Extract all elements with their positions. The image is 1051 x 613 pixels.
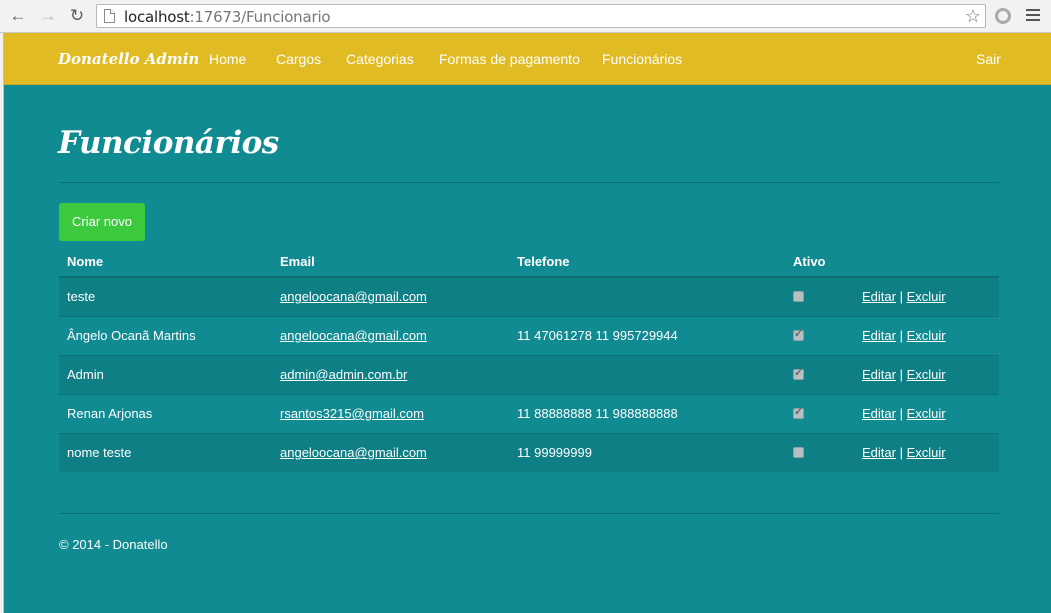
cell-telefone: 11 99999999: [509, 432, 785, 472]
cell-email: rsantos3215@gmail.com: [272, 393, 509, 433]
cell-nome: nome teste: [59, 432, 272, 472]
table-row: Admin admin@admin.com.br Editar | Exclui…: [59, 354, 999, 394]
bookmark-star-icon[interactable]: ☆: [965, 5, 981, 27]
edit-link[interactable]: Editar: [862, 289, 896, 304]
header-nome: Nome: [59, 246, 272, 278]
url-path: :17673/Funcionario: [189, 8, 331, 26]
table-row: Renan Arjonas rsantos3215@gmail.com 11 8…: [59, 393, 999, 433]
action-separator: |: [899, 367, 903, 382]
cell-email: angeloocana@gmail.com: [272, 276, 509, 316]
table-row: nome teste angeloocana@gmail.com 11 9999…: [59, 432, 999, 472]
delete-link[interactable]: Excluir: [907, 328, 946, 343]
table-row: Ângelo Ocanã Martins angeloocana@gmail.c…: [59, 315, 999, 355]
cell-email: admin@admin.com.br: [272, 354, 509, 394]
header-telefone: Telefone: [509, 246, 785, 278]
browser-toolbar: ← → ↻ localhost:17673/Funcionario ☆: [0, 0, 1051, 33]
cell-nome: teste: [59, 276, 272, 316]
edit-link[interactable]: Editar: [862, 445, 896, 460]
ativo-checkbox: [793, 405, 804, 419]
delete-link[interactable]: Excluir: [907, 289, 946, 304]
email-link[interactable]: angeloocana@gmail.com: [280, 445, 427, 460]
cell-nome: Ângelo Ocanã Martins: [59, 315, 272, 355]
edit-link[interactable]: Editar: [862, 406, 896, 421]
ativo-checkbox: [793, 366, 804, 380]
action-separator: |: [899, 289, 903, 305]
header-email: Email: [272, 246, 509, 278]
action-separator: |: [899, 445, 903, 461]
cell-nome: Admin: [59, 354, 272, 394]
reload-icon[interactable]: ↻: [67, 6, 87, 26]
cell-ativo: [785, 393, 854, 433]
cell-nome: Renan Arjonas: [59, 393, 272, 433]
cell-ativo: [785, 354, 854, 394]
footer-divider: [59, 513, 999, 514]
logout-link[interactable]: Sair: [976, 51, 1001, 67]
header-actions: [854, 246, 999, 278]
delete-link[interactable]: Excluir: [907, 445, 946, 460]
edit-link[interactable]: Editar: [862, 328, 896, 343]
delete-link[interactable]: Excluir: [907, 367, 946, 382]
nav-categorias[interactable]: Categorias: [346, 51, 414, 67]
nav-cargos[interactable]: Cargos: [276, 51, 321, 67]
back-arrow-icon[interactable]: ←: [8, 6, 28, 26]
cell-actions: Editar | Excluir: [854, 354, 999, 394]
navbar: Donatello Admin Home Cargos Categorias F…: [4, 33, 1051, 85]
forward-arrow-icon[interactable]: →: [38, 6, 58, 26]
footer-text: © 2014 - Donatello: [59, 537, 168, 552]
edit-link[interactable]: Editar: [862, 367, 896, 382]
email-link[interactable]: admin@admin.com.br: [280, 367, 407, 382]
page-icon: [104, 9, 115, 23]
cell-telefone: [509, 276, 785, 316]
action-separator: |: [899, 406, 903, 421]
cell-actions: Editar | Excluir: [854, 315, 999, 355]
extension-icon[interactable]: [995, 8, 1011, 24]
brand-link[interactable]: Donatello Admin: [58, 50, 199, 68]
url-text[interactable]: localhost:17673/Funcionario: [124, 8, 331, 26]
cell-ativo: [785, 315, 854, 355]
cell-actions: Editar | Excluir: [854, 432, 999, 472]
nav-funcionarios[interactable]: Funcionários: [602, 51, 682, 67]
cell-email: angeloocana@gmail.com: [272, 432, 509, 472]
nav-formas-de-pagamento[interactable]: Formas de pagamento: [439, 51, 580, 67]
address-bar[interactable]: localhost:17673/Funcionario ☆: [96, 4, 986, 28]
delete-link[interactable]: Excluir: [907, 406, 946, 421]
action-separator: |: [899, 328, 903, 343]
email-link[interactable]: angeloocana@gmail.com: [280, 289, 427, 304]
header-ativo: Ativo: [785, 246, 854, 278]
cell-telefone: 11 47061278 11 995729944: [509, 315, 785, 355]
url-host: localhost: [124, 8, 190, 26]
cell-actions: Editar | Excluir: [854, 393, 999, 433]
cell-actions: Editar | Excluir: [854, 276, 999, 316]
employees-table: Nome Email Telefone Ativo teste angelooc…: [59, 246, 999, 472]
table-row: teste angeloocana@gmail.com Editar | Exc…: [59, 276, 999, 316]
cell-telefone: [509, 354, 785, 394]
email-link[interactable]: rsantos3215@gmail.com: [280, 406, 424, 421]
ativo-checkbox: [793, 447, 804, 459]
nav-home[interactable]: Home: [209, 51, 246, 67]
cell-ativo: [785, 432, 854, 472]
cell-ativo: [785, 276, 854, 316]
page-title: Funcionários: [58, 125, 279, 161]
ativo-checkbox: [793, 291, 804, 303]
cell-email: angeloocana@gmail.com: [272, 315, 509, 355]
divider: [59, 182, 999, 183]
create-new-button[interactable]: Criar novo: [59, 203, 145, 241]
ativo-checkbox: [793, 327, 804, 341]
table-header-row: Nome Email Telefone Ativo: [59, 246, 999, 278]
site-page: Donatello Admin Home Cargos Categorias F…: [3, 33, 1051, 613]
menu-icon[interactable]: [1026, 9, 1040, 21]
email-link[interactable]: angeloocana@gmail.com: [280, 328, 427, 343]
cell-telefone: 11 88888888 11 988888888: [509, 393, 785, 433]
